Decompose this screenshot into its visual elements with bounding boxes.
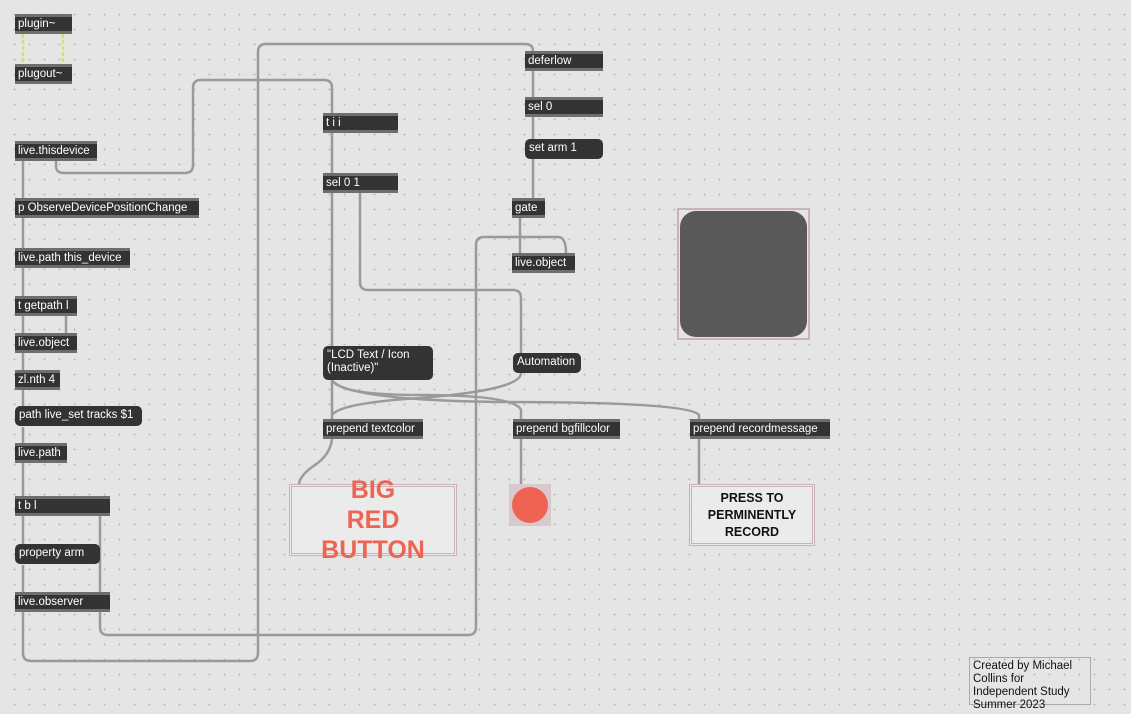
plugin-object[interactable]: plugin~ [15, 14, 72, 34]
automation-message[interactable]: Automation [513, 353, 581, 373]
deferlow-object[interactable]: deferlow [525, 51, 603, 71]
patch-cord[interactable] [330, 379, 523, 419]
plugout-object[interactable]: plugout~ [15, 64, 72, 84]
patch-cord[interactable] [330, 379, 701, 419]
prepend-textcolor-object[interactable]: prepend textcolor [323, 419, 423, 439]
set-arm-message[interactable]: set arm 1 [525, 139, 603, 159]
live-object-2[interactable]: live.object [512, 253, 575, 273]
trigger-tbl-object[interactable]: t b l [15, 496, 110, 516]
live-panel [677, 208, 810, 340]
live-path-object[interactable]: live.path [15, 443, 67, 463]
path-tracks-message[interactable]: path live_set tracks $1 [15, 406, 142, 426]
record-led[interactable] [509, 484, 551, 526]
big-red-button[interactable]: BIG RED BUTTON [289, 476, 457, 564]
live-thisdevice-object[interactable]: live.thisdevice [15, 141, 97, 161]
record-button[interactable]: PRESS TO PERMINENTLY RECORD [689, 484, 815, 546]
live-object-1[interactable]: live.object [15, 333, 77, 353]
property-arm-message[interactable]: property arm [15, 544, 100, 564]
patch-cord[interactable] [54, 78, 334, 175]
prepend-recordmessage-object[interactable]: prepend recordmessage [690, 419, 830, 439]
observe-device-subpatch[interactable]: p ObserveDevicePositionChange [15, 198, 199, 218]
prepend-bgfillcolor-object[interactable]: prepend bgfillcolor [513, 419, 620, 439]
credit-comment: Created by Michael Collins for Independe… [969, 657, 1091, 711]
live-path-this-device-object[interactable]: live.path this_device [15, 248, 130, 268]
zl-nth-object[interactable]: zl.nth 4 [15, 370, 60, 390]
sel-0-1-object[interactable]: sel 0 1 [323, 173, 398, 193]
patch-cord[interactable] [21, 42, 535, 663]
trigger-tii-object[interactable]: t i i [323, 113, 398, 133]
live-observer-object[interactable]: live.observer [15, 592, 110, 612]
gate-object[interactable]: gate [512, 198, 545, 218]
patch-cord[interactable] [358, 193, 523, 353]
trigger-getpath-object[interactable]: t getpath l [15, 296, 77, 316]
panel-fill [680, 211, 807, 337]
lcd-text-message[interactable]: "LCD Text / Icon (Inactive)" [323, 346, 433, 380]
red-circle-icon [512, 487, 548, 523]
sel-0-object[interactable]: sel 0 [525, 97, 603, 117]
